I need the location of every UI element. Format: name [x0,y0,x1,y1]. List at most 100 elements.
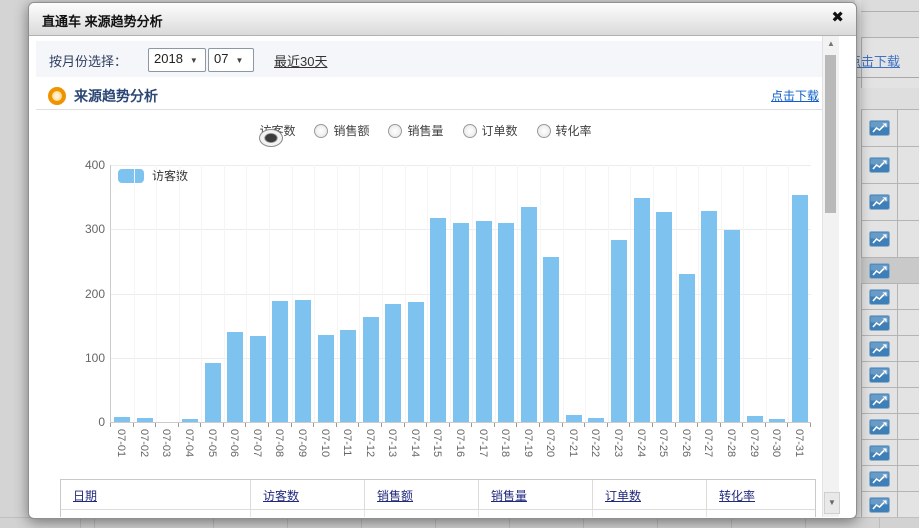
bar[interactable] [137,418,153,422]
metric-radio-销售量[interactable]: 销售量 [388,122,443,139]
column-sort-link[interactable]: 日期 [73,489,97,503]
scrollbar-down-icon[interactable]: ▼ [824,492,840,514]
bar[interactable] [656,212,672,422]
close-icon[interactable]: ✖ [831,9,844,27]
bar[interactable] [250,336,266,422]
scrollbar-thumb[interactable] [825,55,836,213]
column-sort-link[interactable]: 订单数 [605,489,641,503]
trend-chart-icon[interactable] [869,445,890,461]
trend-chart-icon[interactable] [869,157,890,173]
gridline [585,165,586,422]
trend-chart-icon[interactable] [869,231,890,247]
x-tick [539,423,540,427]
bg-table-row [861,184,919,221]
bar[interactable] [543,257,559,422]
metric-radio-转化率[interactable]: 转化率 [537,122,592,139]
column-sort-link[interactable]: 销售额 [377,489,413,503]
x-tick [404,423,405,427]
bar[interactable] [521,207,537,422]
bar[interactable] [634,198,650,422]
metric-radio-访客数[interactable]: 访客数 [259,122,295,139]
bar[interactable] [453,223,469,422]
x-tick [652,423,653,427]
bg-column-border [731,518,732,528]
bar[interactable] [182,419,198,422]
bar[interactable] [701,211,717,422]
trend-chart-icon[interactable] [869,419,890,435]
bar[interactable] [747,416,763,422]
x-tick [178,423,179,427]
download-link[interactable]: 点击下载 [771,87,819,104]
column-sort-link[interactable]: 转化率 [719,489,755,503]
trend-chart-icon[interactable] [869,367,890,383]
trend-chart-icon[interactable] [869,120,890,136]
gridline [630,165,631,422]
year-select[interactable]: 2018▼ [148,48,206,72]
bar[interactable] [205,363,221,422]
bar[interactable] [272,301,288,422]
radio-button-icon[interactable] [388,124,402,138]
metric-radio-销售额[interactable]: 销售额 [314,122,369,139]
radio-button-icon[interactable] [537,124,551,138]
trend-chart-icon[interactable] [869,315,890,331]
table-header-cell: 访客数 [251,480,365,510]
trend-chart-icon[interactable] [869,289,890,305]
month-select[interactable]: 07▼ [208,48,254,72]
bg-table-row [861,362,919,388]
table-cell-stub [61,510,251,517]
scrollbar-up-icon[interactable]: ▲ [823,39,839,48]
trend-chart-icon[interactable] [869,194,890,210]
column-sort-link[interactable]: 销售量 [491,489,527,503]
x-tick [200,423,201,427]
bar[interactable] [227,332,243,422]
bar[interactable] [114,417,130,422]
month-select-value: 07 [214,51,228,66]
bg-panel-row [861,0,919,12]
y-tick-label: 400 [63,158,105,172]
radio-button-icon[interactable] [259,129,283,147]
radio-button-icon[interactable] [314,124,328,138]
bar[interactable] [295,300,311,422]
chevron-down-icon: ▼ [190,56,198,65]
metric-radio-订单数[interactable]: 订单数 [463,122,518,139]
bg-table [861,88,919,518]
trend-chart-icon[interactable] [869,263,890,279]
bar[interactable] [318,335,334,422]
trend-chart-icon[interactable] [869,471,890,487]
bar[interactable] [611,240,627,422]
gridline [405,165,406,422]
x-tick [223,423,224,427]
trend-chart-icon[interactable] [869,341,890,357]
bar[interactable] [498,223,514,422]
bg-download-link[interactable]: 点击下载 [855,51,900,70]
bar[interactable] [566,415,582,422]
bar[interactable] [679,274,695,422]
bar[interactable] [363,317,379,422]
data-table: 日期 访客数 销售额 销售量 订单数 转化率 [60,479,816,517]
bar[interactable] [476,221,492,422]
trend-chart-icon[interactable] [869,497,890,513]
radio-button-icon[interactable] [463,124,477,138]
bg-table-row [861,110,919,147]
vertical-scrollbar[interactable]: ▲ ▼ [822,36,839,517]
x-tick [697,423,698,427]
bar[interactable] [430,218,446,422]
bar[interactable] [408,302,424,422]
radio-label: 销售额 [333,122,369,139]
bar[interactable] [385,304,401,422]
bar[interactable] [724,230,740,422]
bg-column-border [509,518,510,528]
x-tick [358,423,359,427]
bar[interactable] [769,419,785,422]
x-tick [313,423,314,427]
bar[interactable] [792,195,808,422]
y-tick-label: 300 [63,222,105,236]
bar[interactable] [588,418,604,422]
bg-table-row [861,414,919,440]
column-sort-link[interactable]: 访客数 [263,489,299,503]
recent-30-days-link[interactable]: 最近30天 [274,51,327,70]
x-tick [449,423,450,427]
trend-chart-icon[interactable] [869,393,890,409]
bar[interactable] [340,330,356,422]
section-header: 来源趋势分析 点击下载 [36,83,822,110]
